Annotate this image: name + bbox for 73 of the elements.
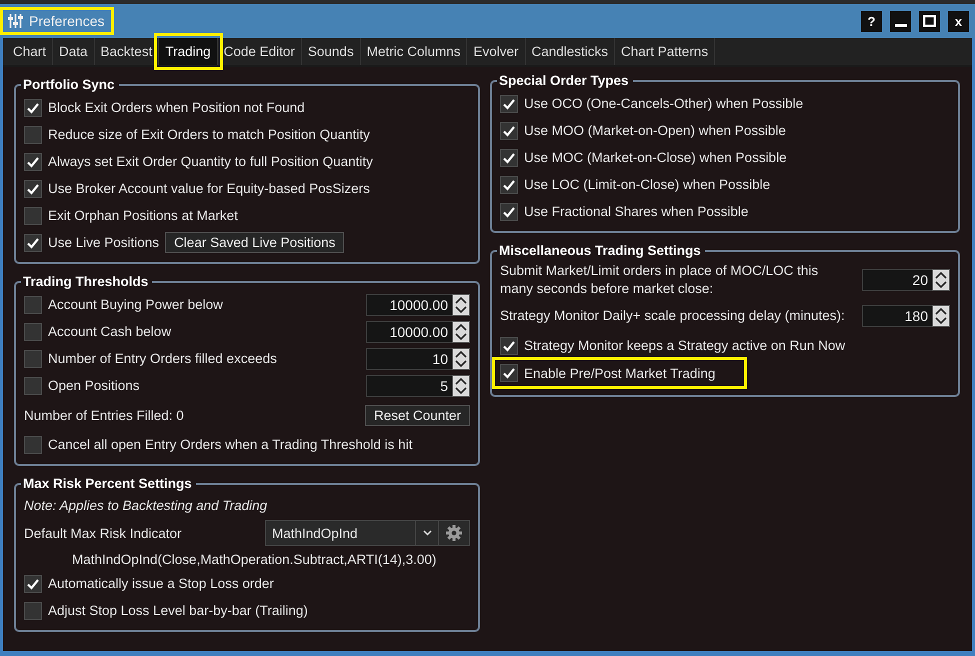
checkbox-label: Reduce size of Exit Orders to match Position Quantity	[48, 127, 370, 142]
group-title: Max Risk Percent Settings	[22, 476, 193, 491]
minimize-button[interactable]	[890, 10, 911, 32]
checkbox-label: Use MOC (Market-on-Close) when Possible	[524, 150, 787, 165]
checkbox[interactable]	[500, 202, 518, 220]
checkbox[interactable]	[500, 176, 518, 194]
number-field[interactable]: 10	[366, 348, 452, 370]
number-field[interactable]: 5	[366, 374, 452, 396]
checkbox-label: Use Fractional Shares when Possible	[524, 204, 748, 219]
checkbox-label: Automatically issue a Stop Loss order	[48, 576, 274, 591]
counter-label: Number of Entries Filled: 0	[24, 408, 184, 422]
checkbox[interactable]	[24, 180, 42, 198]
checkbox-label: Exit Orphan Positions at Market	[48, 208, 238, 223]
group-title: Portfolio Sync	[22, 77, 116, 92]
setting-label: Submit Market/Limit orders in place of MOC/LOC this many seconds before market close:	[500, 262, 820, 298]
checkbox-label: Cancel all open Entry Orders when a Trading Threshold is hit	[48, 437, 412, 452]
action-button[interactable]: Reset Counter	[364, 404, 470, 426]
checkbox[interactable]	[500, 122, 518, 140]
checkbox-label: Number of Entry Orders filled exceeds	[48, 351, 277, 366]
checkbox-label: Use MOO (Market-on-Open) when Possible	[524, 123, 786, 138]
checkbox[interactable]	[24, 350, 42, 368]
spinner-arrows-icon[interactable]	[932, 305, 950, 327]
group-title: Special Order Types	[498, 73, 630, 88]
checkbox-label: Strategy Monitor keeps a Strategy active on Run Now	[524, 338, 846, 353]
checkbox-label: Enable Pre/Post Market Trading	[524, 366, 716, 380]
expression-text: MathIndOpInd(Close,MathOperation.Subtract,ARTI(14),3.00)	[72, 552, 436, 566]
checkbox-label: Adjust Stop Loss Level bar-by-bar (Trailing)	[48, 603, 308, 618]
minimize-icon	[894, 24, 906, 26]
checkbox[interactable]	[24, 436, 42, 454]
window-title: Preferences	[4, 11, 110, 31]
checkbox[interactable]	[24, 322, 42, 340]
setting-label: Default Max Risk Indicator	[24, 526, 182, 540]
note-text: Note: Applies to Backtesting and Trading	[24, 498, 268, 513]
checkbox[interactable]	[24, 126, 42, 144]
checkbox[interactable]	[24, 296, 42, 314]
checkbox-label: Account Cash below	[48, 324, 172, 339]
number-field[interactable]: 180	[862, 305, 932, 327]
spinner-arrows-icon[interactable]	[452, 320, 470, 342]
spinner-arrows-icon[interactable]	[452, 294, 470, 316]
checkbox[interactable]	[24, 376, 42, 394]
checkbox[interactable]	[500, 148, 518, 166]
spinner-arrows-icon[interactable]	[452, 374, 470, 396]
checkbox-label: Use Live Positions	[48, 235, 160, 250]
help-button[interactable]: ?	[861, 10, 882, 32]
checkbox[interactable]	[24, 234, 42, 252]
checkbox[interactable]	[24, 574, 42, 592]
group-title: Trading Thresholds	[22, 274, 150, 289]
checkbox-label: Open Positions	[48, 378, 140, 393]
number-field[interactable]: 10000.00	[366, 294, 452, 316]
checkbox-label: Use LOC (Limit-on-Close) when Possible	[524, 177, 770, 192]
spinner-arrows-icon[interactable]	[932, 269, 950, 291]
checkbox-label: Always set Exit Order Quantity to full Position Quantity	[48, 154, 373, 169]
checkbox[interactable]	[24, 206, 42, 224]
number-field[interactable]: 10000.00	[366, 320, 452, 342]
action-button[interactable]: Clear Saved Live Positions	[165, 232, 344, 253]
maximize-button[interactable]	[919, 10, 940, 32]
setting-label: Strategy Monitor Daily+ scale processing delay (minutes):	[500, 306, 845, 325]
spinner-arrows-icon[interactable]	[452, 348, 470, 370]
checkbox[interactable]	[24, 98, 42, 116]
checkbox[interactable]	[24, 602, 42, 620]
checkbox-label: Block Exit Orders when Position not Found	[48, 100, 305, 115]
checkbox[interactable]	[500, 336, 518, 354]
group-title: Miscellaneous Trading Settings	[498, 243, 702, 258]
number-field[interactable]: 20	[862, 269, 932, 291]
maximize-icon	[923, 15, 936, 27]
close-button[interactable]: x	[948, 10, 969, 32]
checkbox[interactable]	[24, 152, 42, 170]
checkbox-label: Use Broker Account value for Equity-based PosSizers	[48, 181, 370, 196]
checkbox-label: Use OCO (One-Cancels-Other) when Possible	[524, 96, 804, 111]
checkbox[interactable]	[500, 94, 518, 112]
checkbox[interactable]	[500, 364, 518, 382]
checkbox-label: Account Buying Power below	[48, 297, 223, 312]
sliders-icon	[8, 13, 23, 29]
